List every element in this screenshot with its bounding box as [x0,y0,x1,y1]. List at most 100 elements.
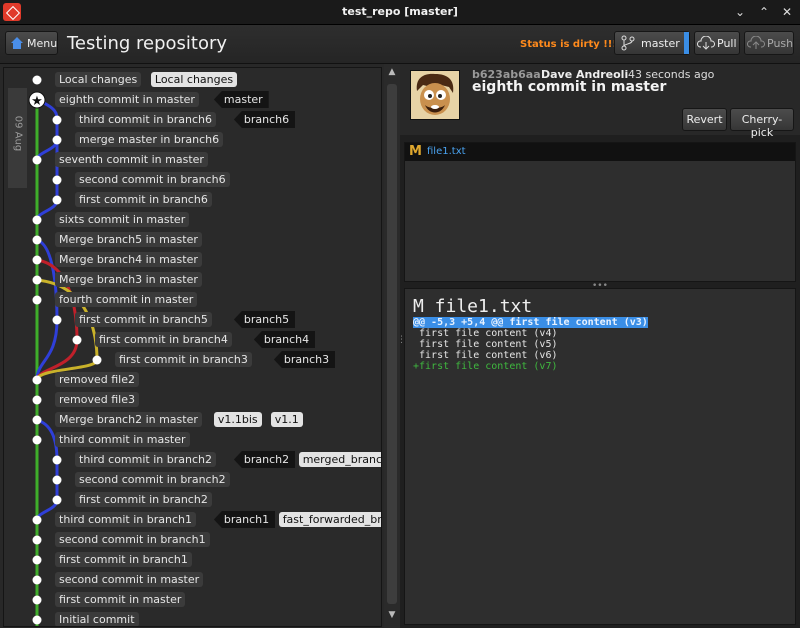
commit-node[interactable] [32,395,42,405]
commit-node[interactable] [32,235,42,245]
branch-label[interactable]: branch5 [233,311,296,328]
revert-button[interactable]: Revert [682,108,727,131]
commit-node[interactable] [32,535,42,545]
commit-message[interactable]: Merge branch5 in master [55,232,202,247]
commit-node[interactable] [32,75,42,85]
commit-message[interactable]: Merge branch3 in master [55,272,202,287]
commit-message[interactable]: merge master in branch6 [75,132,224,147]
commit-node[interactable] [32,415,42,425]
commit-message[interactable]: first commit in branch6 [75,192,212,207]
scroll-up-icon[interactable]: ▲ [384,67,400,81]
commit-message[interactable]: third commit in branch6 [75,112,216,127]
commit-message[interactable]: removed file3 [55,392,140,407]
scroll-down-icon[interactable]: ▼ [384,610,400,624]
tag-label[interactable]: v1.1 [270,412,303,427]
commit-node[interactable] [52,495,62,505]
toolbar: Menu Testing repository Status is dirty … [0,25,800,64]
commit-message[interactable]: first commit in branch5 [75,312,212,327]
branch-selector-button[interactable]: master [614,31,690,55]
diff-context-line: first file content (v4) [413,328,558,339]
commit-message[interactable]: first commit in master [55,592,186,607]
commit-node[interactable] [32,155,42,165]
commit-message[interactable]: seventh commit in master [55,152,208,167]
push-button[interactable]: Push [744,31,794,55]
commit-message[interactable]: Merge branch2 in master [55,412,202,427]
commit-node[interactable] [52,115,62,125]
tag-label[interactable]: v1.1bis [213,412,262,427]
branch-label: master [641,37,680,50]
branch-label[interactable]: branch6 [233,111,296,128]
commit-node[interactable] [32,595,42,605]
commit-node[interactable] [32,515,42,525]
window-menu-icon[interactable]: ⌄ [732,4,748,20]
menu-button-label: Menu [27,37,58,50]
commit-message[interactable]: first commit in branch4 [95,332,232,347]
commit-message[interactable]: sixts commit in master [55,212,190,227]
commit-node[interactable] [32,275,42,285]
commit-node[interactable] [32,555,42,565]
commit-node[interactable] [92,355,102,365]
modified-icon: M [409,144,422,159]
minimize-icon[interactable]: ⌃ [756,4,772,20]
commit-node[interactable] [32,215,42,225]
branch-label[interactable]: branch2 [233,451,296,468]
commit-node[interactable] [52,455,62,465]
diff-context-line: first file content (v6) [413,350,558,361]
pull-button[interactable]: Pull [694,31,740,55]
file-row[interactable]: M file1.txt [405,143,795,161]
commit-node[interactable] [52,135,62,145]
home-icon [11,37,23,49]
commit-graph[interactable]: 09 Aug ★ Local changes Local changes eight… [3,67,382,627]
close-icon[interactable]: ✕ [779,4,795,20]
branch-label[interactable]: branch3 [273,351,336,368]
commit-message[interactable]: fourth commit in master [55,292,198,307]
commit-node[interactable] [32,575,42,585]
pane-splitter-vertical[interactable]: ⋮ [397,335,406,345]
commit-info-panel: b623ab6aa Dave Andreoli 43 seconds ago e… [400,64,800,139]
commit-node[interactable] [52,195,62,205]
commit-message[interactable]: third commit in branch1 [55,512,196,527]
commit-message[interactable]: Local changes [55,72,142,87]
commit-node[interactable] [52,315,62,325]
avatar-face-icon [411,71,459,119]
branch-label[interactable]: master [213,91,269,108]
tag-label[interactable]: merged_branch [298,452,381,467]
repo-title: Testing repository [67,33,228,54]
author-avatar [410,70,460,120]
commit-node[interactable] [32,375,42,385]
graph-scrollbar[interactable]: ▲ ▼ [384,64,400,628]
tag-label[interactable]: fast_forwarded_branch [278,512,381,527]
scroll-thumb[interactable] [387,84,397,604]
commit-node[interactable] [72,335,82,345]
commit-message[interactable]: Merge branch4 in master [55,252,202,267]
commit-message[interactable]: second commit in branch1 [55,532,210,547]
diff-hunk-header: @@ -5,3 +5,4 @@ first file content (v3) [413,317,648,328]
commit-message[interactable]: first commit in branch1 [55,552,192,567]
commit-node[interactable] [32,255,42,265]
commit-message[interactable]: second commit in branch6 [75,172,230,187]
commit-message[interactable]: second commit in branch2 [75,472,230,487]
push-label: Push [767,37,794,50]
commit-node[interactable] [32,615,42,625]
status-text: Status is dirty !!! [520,39,617,50]
commit-node[interactable] [52,475,62,485]
commit-node[interactable] [52,175,62,185]
tag-label[interactable]: Local changes [150,72,238,87]
branch-label[interactable]: branch4 [253,331,316,348]
head-marker-icon[interactable]: ★ [28,91,46,109]
commit-message[interactable]: third commit in master [55,432,190,447]
cherry-pick-button[interactable]: Cherry-pick [730,108,794,139]
menu-button[interactable]: Menu [5,31,58,55]
commit-message[interactable]: third commit in branch2 [75,452,216,467]
commit-message[interactable]: removed file2 [55,372,140,387]
diff-file-title: M file1.txt [413,296,533,317]
commit-node[interactable] [32,295,42,305]
commit-node[interactable] [32,435,42,445]
commit-message[interactable]: second commit in master [55,572,204,587]
diff-added-line: +first file content (v7) [413,361,558,372]
commit-message[interactable]: Initial commit [55,612,139,626]
commit-message[interactable]: first commit in branch2 [75,492,212,507]
commit-message[interactable]: first commit in branch3 [115,352,252,367]
branch-label[interactable]: branch1 [213,511,276,528]
commit-message[interactable]: eighth commit in master [55,92,199,107]
